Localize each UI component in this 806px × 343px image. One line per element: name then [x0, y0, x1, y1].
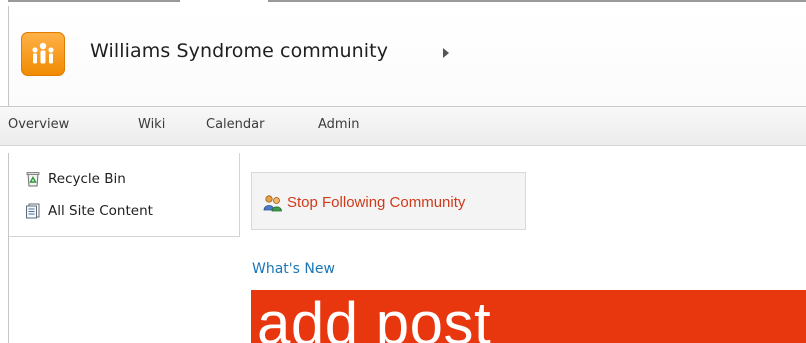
add-post-label: add post: [257, 290, 492, 343]
recycle-bin-icon: [26, 172, 40, 187]
site-header: Williams Syndrome community: [8, 6, 806, 106]
add-post-button[interactable]: add post: [251, 290, 806, 343]
quick-launch: Recycle Bin All Site Content: [8, 153, 240, 237]
top-border-right-segment: [268, 0, 806, 2]
nav-item-wiki[interactable]: Wiki: [138, 117, 165, 132]
caret-right-icon[interactable]: [443, 48, 449, 58]
people-icon: [263, 195, 282, 212]
left-border: [8, 236, 9, 343]
whats-new-heading[interactable]: What's New: [252, 261, 335, 277]
top-border-left-segment: [8, 0, 180, 2]
nav-item-overview[interactable]: Overview: [8, 117, 69, 132]
community-people-icon: [32, 42, 54, 64]
site-content-icon: [26, 203, 40, 219]
stop-following-label: Stop Following Community: [287, 194, 466, 211]
nav-item-calendar[interactable]: Calendar: [206, 117, 264, 132]
nav-item-admin[interactable]: Admin: [318, 117, 359, 132]
stop-following-button[interactable]: Stop Following Community: [251, 172, 526, 230]
site-title[interactable]: Williams Syndrome community: [90, 40, 388, 62]
top-navigation: Overview Wiki Calendar Admin: [0, 106, 806, 146]
community-logo-icon[interactable]: [21, 32, 65, 76]
quicklaunch-label: Recycle Bin: [48, 171, 126, 187]
quicklaunch-label: All Site Content: [48, 203, 153, 219]
